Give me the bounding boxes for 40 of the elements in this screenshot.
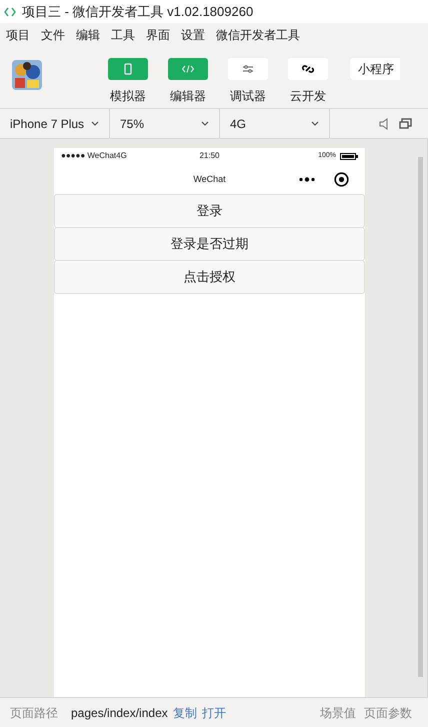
chevron-down-icon — [311, 121, 319, 126]
toolbar-label: 调试器 — [230, 88, 266, 105]
page-button[interactable]: 点击授权 — [54, 260, 365, 294]
toolbar-button[interactable] — [288, 58, 328, 80]
menu-item[interactable]: 微信开发者工具 — [216, 26, 300, 44]
page-button[interactable]: 登录是否过期 — [54, 227, 365, 261]
app-logo-icon — [4, 6, 16, 16]
page-path-label: 页面路径 — [10, 704, 58, 722]
toolbar-label: 模拟器 — [110, 88, 146, 105]
code-icon — [181, 63, 195, 75]
menu-item[interactable]: 界面 — [146, 26, 170, 44]
menu-item[interactable]: 项目 — [6, 26, 30, 44]
speaker-icon[interactable] — [379, 118, 389, 130]
status-link[interactable]: 打开 — [202, 704, 226, 722]
nav-title: WeChat — [193, 172, 226, 186]
menu-item[interactable]: 设置 — [181, 26, 205, 44]
battery-icon — [340, 152, 358, 160]
page-path-text: pages/index/index — [71, 704, 168, 722]
zoom-dropdown[interactable]: 75% — [110, 109, 220, 138]
clock-text: 21:50 — [199, 150, 220, 162]
toolbar-label: 云开发 — [290, 88, 326, 105]
sliders-icon — [241, 63, 255, 75]
menu-item[interactable]: 编辑 — [76, 26, 100, 44]
status-link[interactable]: 复制 — [172, 704, 197, 722]
chevron-down-icon — [91, 121, 99, 126]
window-icon[interactable] — [399, 118, 412, 129]
carrier-text: ●●●●● WeChat4G — [61, 150, 128, 162]
menu-item[interactable]: 工具 — [111, 26, 135, 44]
page-button[interactable]: 登录 — [54, 194, 365, 228]
toolbar-label: 编辑器 — [170, 88, 206, 105]
mode-selector[interactable]: 小程序 — [350, 58, 400, 80]
device-dropdown[interactable]: iPhone 7 Plus — [0, 109, 110, 138]
close-icon[interactable] — [334, 172, 349, 187]
link-icon — [301, 63, 315, 75]
window-title: 项目三 - 微信开发者工具 v1.02.1809260 — [22, 2, 254, 21]
menu-item[interactable]: 文件 — [41, 26, 65, 44]
more-icon[interactable] — [299, 177, 315, 182]
network-dropdown[interactable]: 4G — [220, 109, 330, 138]
chevron-down-icon — [201, 121, 209, 126]
scrollbar[interactable] — [418, 157, 424, 677]
